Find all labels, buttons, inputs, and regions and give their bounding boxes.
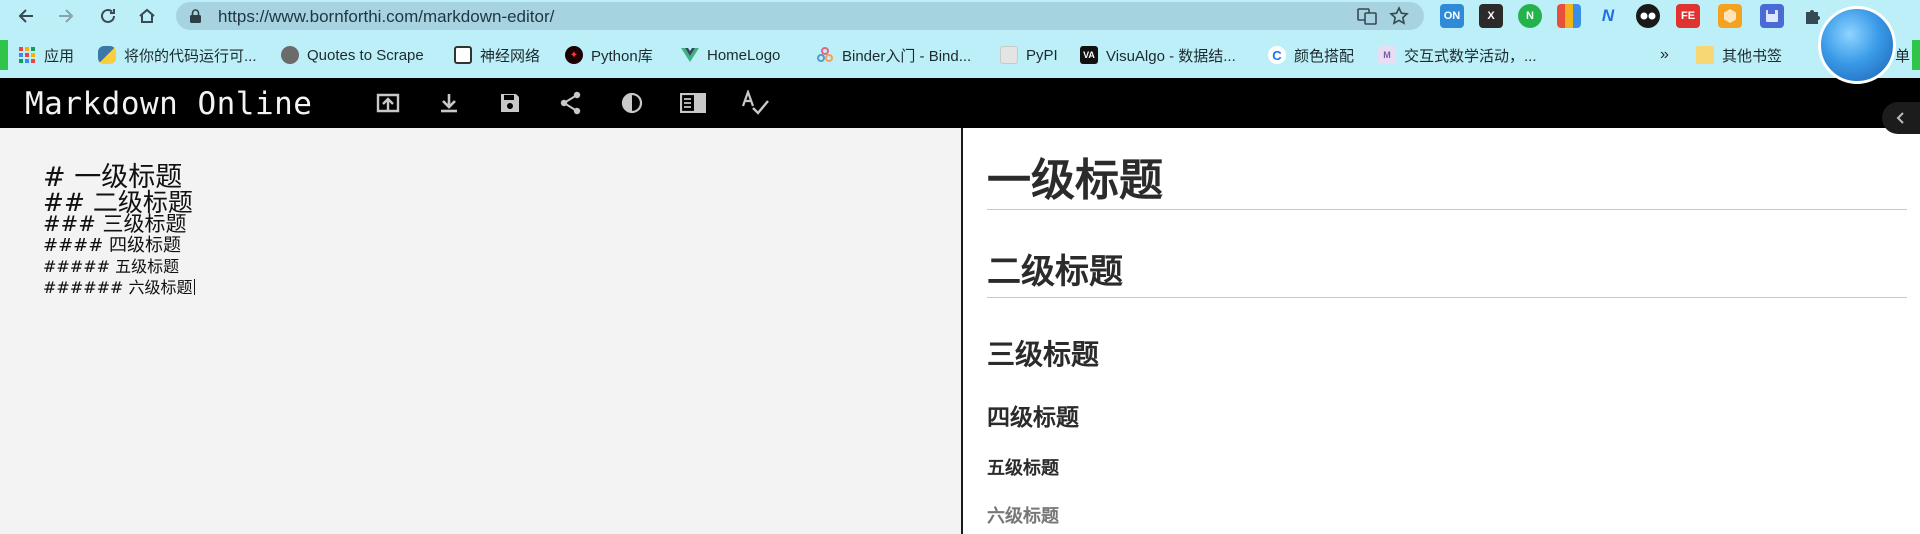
n-extension-icon[interactable]: N: [1518, 4, 1542, 28]
reload-icon[interactable]: [96, 4, 120, 28]
bookmark-code-runner[interactable]: 将你的代码运行可...: [98, 44, 257, 66]
collapse-panel-button[interactable]: [1882, 102, 1920, 134]
bookmarks-overflow-button[interactable]: »: [1660, 44, 1669, 66]
binder-icon: [816, 46, 834, 64]
app-header: Markdown Online: [0, 78, 1920, 128]
pypi-icon: [1000, 46, 1018, 64]
bookmark-label: 交互式数学活动，...: [1404, 47, 1537, 65]
profile-avatar[interactable]: [1818, 6, 1896, 84]
folder-icon: [1696, 46, 1714, 64]
browser-toolbar: https://www.bornforthi.com/markdown-edit…: [0, 0, 1920, 32]
bookmark-neural-network[interactable]: 神经网络: [454, 44, 540, 66]
bookmark-quotes-to-scrape[interactable]: Quotes to Scrape: [281, 44, 424, 66]
editor-line: #### 四级标题: [43, 235, 182, 256]
python-icon: [98, 46, 116, 64]
fe-extension-icon[interactable]: FE: [1676, 4, 1700, 28]
chevron-left-icon: [1896, 112, 1904, 124]
h2-underline: [987, 297, 1907, 298]
preview-h2: 二级标题: [987, 252, 1123, 292]
apps-grid-icon: [18, 46, 36, 64]
glasses-extension-icon[interactable]: [1636, 4, 1660, 28]
bookmark-label: PyPI: [1026, 46, 1058, 64]
puzzle-extension-icon[interactable]: [1800, 4, 1824, 28]
download-icon[interactable]: [435, 89, 463, 117]
globe-icon: [281, 46, 299, 64]
bookmark-overflow-tail: 单: [1895, 47, 1911, 65]
bookmark-label: Quotes to Scrape: [307, 46, 424, 64]
right-color-strip: [1912, 40, 1920, 70]
markdown-preview: 一级标题 二级标题 三级标题 四级标题 五级标题 六级标题: [963, 128, 1920, 534]
layout-icon[interactable]: [679, 89, 707, 117]
preview-h4: 四级标题: [987, 405, 1079, 431]
editor-line: ## 二级标题: [43, 188, 193, 217]
preview-h6: 六级标题: [987, 506, 1059, 527]
share-icon[interactable]: [557, 89, 585, 117]
editor-line: ###### 六级标题: [43, 278, 193, 297]
bookmark-apps[interactable]: 应用: [18, 44, 74, 66]
home-icon[interactable]: [135, 4, 159, 28]
bookmark-visualgo[interactable]: VA VisuAlgo - 数据结...: [1080, 44, 1236, 66]
editor-line: ### 三级标题: [43, 212, 187, 236]
preview-h1: 一级标题: [987, 155, 1163, 206]
bookmark-python-lib[interactable]: ✦ Python库: [565, 44, 653, 66]
preview-h5: 五级标题: [987, 458, 1059, 479]
bookmark-label: 应用: [44, 47, 75, 65]
bookmark-color-match[interactable]: C 颜色搭配: [1268, 44, 1354, 66]
bookmark-interactive-math[interactable]: M 交互式数学活动，...: [1378, 44, 1537, 66]
bookmark-label: 其他书签: [1722, 47, 1783, 65]
bookmark-other[interactable]: 其他书签: [1696, 44, 1782, 66]
lock-icon: [190, 9, 201, 23]
editor-line: ##### 五级标题: [43, 257, 180, 276]
address-bar[interactable]: https://www.bornforthi.com/markdown-edit…: [176, 2, 1424, 30]
translate-icon[interactable]: [1356, 6, 1378, 26]
hexagon-extension-icon[interactable]: [1718, 4, 1742, 28]
preview-h3: 三级标题: [987, 338, 1100, 371]
h1-underline: [987, 209, 1907, 210]
app-title: Markdown Online: [25, 86, 313, 122]
bookmark-homelogo[interactable]: HomeLogo: [681, 44, 780, 66]
editor-content[interactable]: # 一级标题 ## 二级标题 ### 三级标题 #### 四级标题 ##### …: [43, 164, 195, 299]
python-lib-icon: ✦: [565, 46, 583, 64]
bookmark-pypi[interactable]: PyPI: [1000, 44, 1058, 66]
bookmark-label: 颜色搭配: [1294, 47, 1355, 65]
bookmark-label: VisuAlgo - 数据结...: [1106, 47, 1236, 65]
markdown-editor[interactable]: # 一级标题 ## 二级标题 ### 三级标题 #### 四级标题 ##### …: [0, 128, 961, 534]
visualgo-icon: VA: [1080, 46, 1098, 64]
bookmarks-bar: 应用 将你的代码运行可... Quotes to Scrape 神经网络 ✦ P…: [0, 40, 1920, 70]
on-extension-icon[interactable]: ON: [1440, 4, 1464, 28]
bookmark-label: 将你的代码运行可...: [124, 47, 257, 65]
color-icon: C: [1268, 46, 1286, 64]
n-script-extension-icon[interactable]: N: [1596, 4, 1620, 28]
url-text: https://www.bornforthi.com/markdown-edit…: [218, 7, 555, 26]
forward-arrow-icon[interactable]: [54, 4, 78, 28]
browser-chrome: https://www.bornforthi.com/markdown-edit…: [0, 0, 1920, 78]
bookmark-label: Python库: [591, 47, 653, 65]
bookmark-label: 神经网络: [480, 47, 541, 65]
editor-last-line: ###### 六级标题: [43, 279, 195, 299]
upload-icon[interactable]: [374, 89, 402, 117]
math-icon: M: [1378, 46, 1396, 64]
bookmark-star-icon[interactable]: [1388, 6, 1410, 26]
vue-icon: [681, 46, 699, 64]
save-icon[interactable]: [496, 89, 524, 117]
text-caret: [193, 279, 195, 295]
editor-line: # 一级标题: [43, 162, 183, 193]
spiral-icon: [454, 46, 472, 64]
x-extension-icon[interactable]: X: [1479, 4, 1503, 28]
bookmark-label: Binder入门 - Bind...: [842, 47, 972, 65]
contrast-icon[interactable]: [618, 89, 646, 117]
bookmark-label: HomeLogo: [707, 46, 781, 64]
bookmark-binder[interactable]: Binder入门 - Bind...: [816, 44, 971, 66]
back-arrow-icon[interactable]: [14, 4, 38, 28]
save-extension-icon[interactable]: [1760, 4, 1784, 28]
spellcheck-icon[interactable]: [741, 89, 769, 117]
grid-extension-icon[interactable]: [1557, 4, 1581, 28]
